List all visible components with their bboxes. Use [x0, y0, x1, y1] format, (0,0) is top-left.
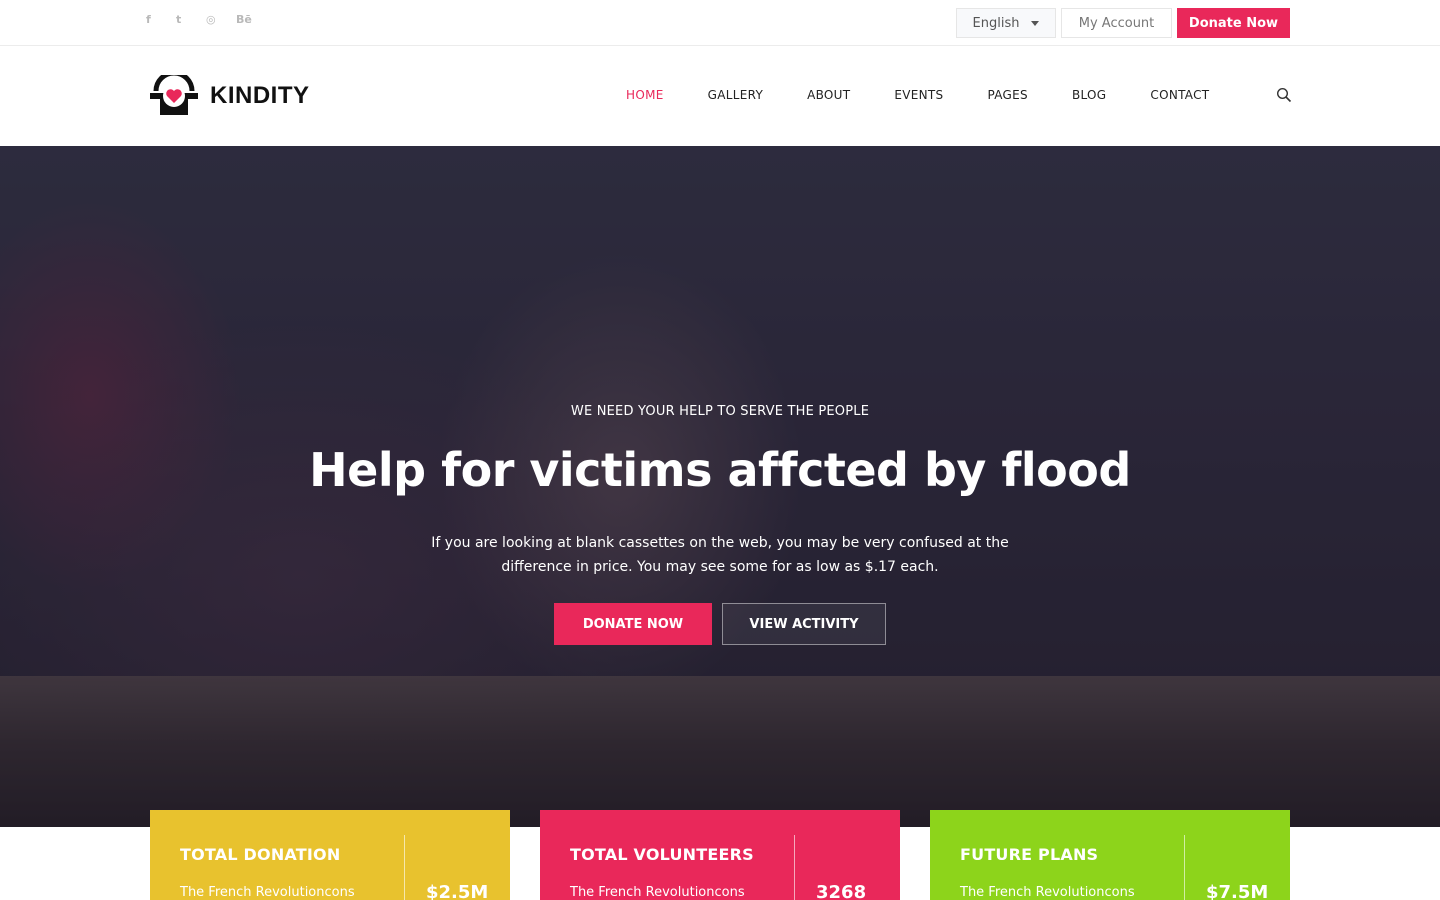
hero-buttons: DONATE NOW VIEW ACTIVITY	[554, 603, 886, 645]
stat-card-donation: TOTAL DONATION The French Revolutioncons…	[150, 810, 510, 900]
nav-home[interactable]: HOME	[626, 88, 664, 102]
stat-divider	[794, 835, 795, 900]
nav-contact[interactable]: CONTACT	[1150, 88, 1209, 102]
hero-description: If you are looking at blank cassettes on…	[431, 535, 1009, 575]
stat-title: TOTAL VOLUNTEERS	[570, 845, 754, 864]
facebook-icon[interactable]: f	[146, 13, 176, 26]
my-account-button[interactable]: My Account	[1061, 8, 1172, 38]
stat-subtitle: The French Revolutioncons	[570, 885, 745, 900]
hero-headline: Help for victims affcted by flood	[309, 443, 1131, 497]
top-actions: English My Account Donate Now	[956, 8, 1290, 38]
stat-subtitle: The French Revolutioncons	[960, 885, 1135, 900]
hero-banner: WE NEED YOUR HELP TO SERVE THE PEOPLE He…	[0, 146, 1440, 827]
stat-card-future-plans: FUTURE PLANS The French Revolutioncons $…	[930, 810, 1290, 900]
stat-title: FUTURE PLANS	[960, 845, 1099, 864]
twitter-icon[interactable]: t	[176, 13, 206, 26]
nav-about[interactable]: ABOUT	[807, 88, 850, 102]
dribbble-icon[interactable]: ◎	[206, 13, 236, 26]
main-nav: HOME GALLERY ABOUT EVENTS PAGES BLOG CON…	[626, 88, 1253, 102]
main-header: KINDITY HOME GALLERY ABOUT EVENTS PAGES …	[0, 46, 1440, 146]
stat-title: TOTAL DONATION	[180, 845, 341, 864]
nav-blog[interactable]: BLOG	[1072, 88, 1106, 102]
stat-divider	[404, 835, 405, 900]
logo-text: KINDITY	[210, 82, 310, 109]
view-activity-button[interactable]: VIEW ACTIVITY	[722, 603, 886, 645]
stat-card-volunteers: TOTAL VOLUNTEERS The French Revolutionco…	[540, 810, 900, 900]
stat-divider	[1184, 835, 1185, 900]
logo-icon	[150, 75, 198, 115]
donate-now-top-button[interactable]: Donate Now	[1177, 8, 1290, 38]
stat-subtitle: The French Revolutioncons	[180, 885, 355, 900]
nav-events[interactable]: EVENTS	[894, 88, 943, 102]
top-bar: f t ◎ Bē English My Account Donate Now	[0, 0, 1440, 46]
hero-kicker: WE NEED YOUR HELP TO SERVE THE PEOPLE	[570, 404, 870, 419]
stat-value: $7.5M	[1206, 882, 1269, 900]
hero-content: WE NEED YOUR HELP TO SERVE THE PEOPLE He…	[0, 146, 1440, 827]
donate-now-button[interactable]: DONATE NOW	[554, 603, 712, 645]
search-icon[interactable]	[1276, 87, 1292, 103]
chevron-down-icon	[1031, 20, 1040, 26]
stat-value: $2.5M	[426, 882, 489, 900]
nav-gallery[interactable]: GALLERY	[708, 88, 763, 102]
language-label: English	[972, 15, 1020, 31]
language-select[interactable]: English	[956, 8, 1056, 38]
nav-pages[interactable]: PAGES	[987, 88, 1027, 102]
logo[interactable]: KINDITY	[150, 75, 310, 117]
stat-value: 3268	[816, 882, 867, 900]
social-links: f t ◎ Bē	[146, 13, 266, 26]
behance-icon[interactable]: Bē	[236, 13, 266, 26]
